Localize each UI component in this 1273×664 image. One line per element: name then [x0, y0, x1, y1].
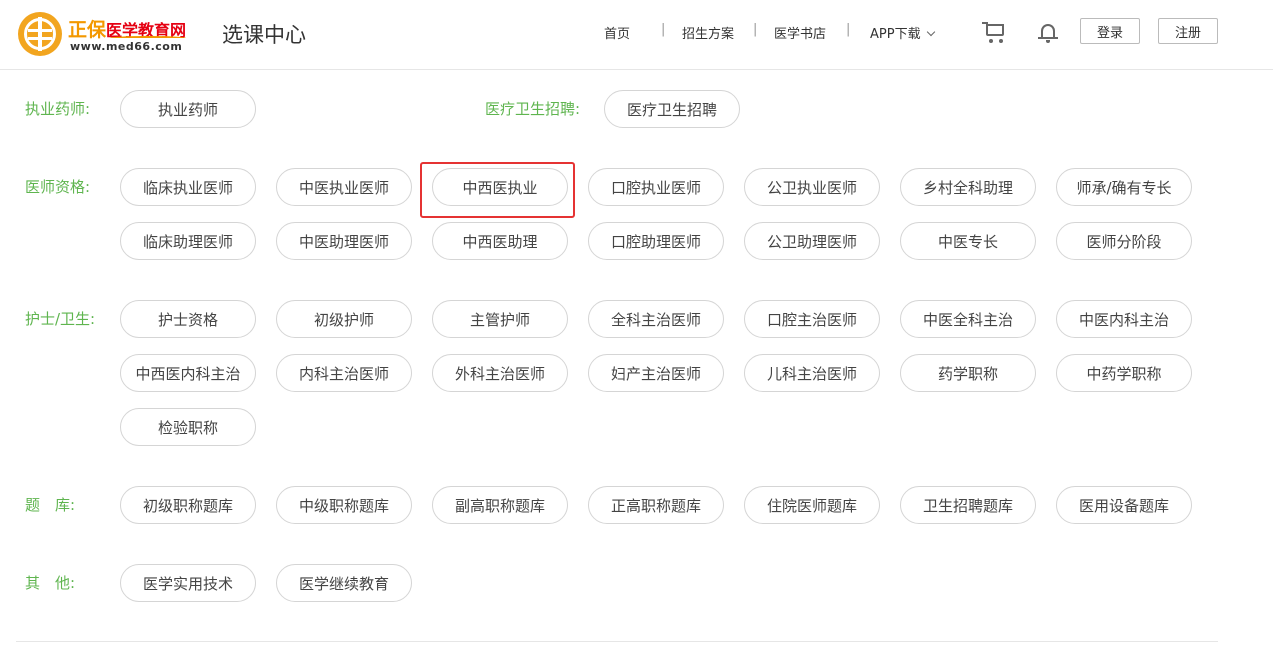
logo-url: www.med66.com	[70, 40, 183, 53]
course-chip[interactable]: 中医执业医师	[276, 168, 412, 206]
category-label-recruit: 医疗卫生招聘:	[485, 100, 581, 118]
selection-highlight	[420, 162, 575, 218]
category-label-other: 其 他:	[25, 574, 76, 592]
course-chip[interactable]: 卫生招聘题库	[900, 486, 1036, 524]
course-chip[interactable]: 临床执业医师	[120, 168, 256, 206]
category-label-pharmacist: 执业药师:	[25, 100, 91, 118]
course-chip[interactable]: 口腔执业医师	[588, 168, 724, 206]
course-chip[interactable]: 中医助理医师	[276, 222, 412, 260]
course-chip[interactable]: 医学实用技术	[120, 564, 256, 602]
course-chip[interactable]: 检验职称	[120, 408, 256, 446]
course-chip[interactable]: 中医内科主治	[1056, 300, 1192, 338]
nav-app-download-label: APP下载	[870, 27, 921, 42]
course-chip[interactable]: 医用设备题库	[1056, 486, 1192, 524]
course-chip[interactable]: 妇产主治医师	[588, 354, 724, 392]
category-label-nurse: 护士/卫生:	[25, 310, 96, 328]
course-chip[interactable]: 全科主治医师	[588, 300, 724, 338]
course-chip[interactable]: 中医全科主治	[900, 300, 1036, 338]
site-logo[interactable]: 正保医学教育网 www.med66.com	[18, 12, 193, 58]
course-chip[interactable]: 护士资格	[120, 300, 256, 338]
course-chip[interactable]: 主管护师	[432, 300, 568, 338]
course-chip[interactable]: 医学继续教育	[276, 564, 412, 602]
top-header: 正保医学教育网 www.med66.com 选课中心 首页 | 招生方案 | 医…	[0, 0, 1273, 70]
course-chip[interactable]: 住院医师题库	[744, 486, 880, 524]
course-chip[interactable]: 医疗卫生招聘	[604, 90, 740, 128]
login-button[interactable]: 登录	[1080, 18, 1140, 44]
logo-emblem-icon	[18, 12, 62, 56]
course-chip[interactable]: 医师分阶段	[1056, 222, 1192, 260]
nav-home[interactable]: 首页	[604, 23, 630, 42]
course-chip[interactable]: 乡村全科助理	[900, 168, 1036, 206]
course-chip[interactable]: 公卫执业医师	[744, 168, 880, 206]
course-chip[interactable]: 药学职称	[900, 354, 1036, 392]
category-label-doctor: 医师资格:	[25, 178, 91, 196]
category-label-question-bank: 题 库:	[25, 496, 76, 514]
course-chip[interactable]: 口腔助理医师	[588, 222, 724, 260]
page-title: 选课中心	[222, 23, 306, 47]
course-chip[interactable]: 正高职称题库	[588, 486, 724, 524]
course-chip[interactable]: 中西医助理	[432, 222, 568, 260]
course-chip[interactable]: 内科主治医师	[276, 354, 412, 392]
bottom-divider	[16, 641, 1218, 642]
course-chip[interactable]: 儿科主治医师	[744, 354, 880, 392]
course-chip[interactable]: 执业药师	[120, 90, 256, 128]
course-chip[interactable]: 中药学职称	[1056, 354, 1192, 392]
register-button[interactable]: 注册	[1158, 18, 1218, 44]
course-chip[interactable]: 副高职称题库	[432, 486, 568, 524]
nav-bookstore[interactable]: 医学书店	[774, 23, 826, 42]
course-chip[interactable]: 初级职称题库	[120, 486, 256, 524]
course-chip[interactable]: 临床助理医师	[120, 222, 256, 260]
nav-separator: |	[753, 22, 758, 37]
course-chip[interactable]: 中级职称题库	[276, 486, 412, 524]
bell-icon[interactable]	[1035, 20, 1061, 46]
nav-separator: |	[661, 22, 666, 37]
course-chip[interactable]: 外科主治医师	[432, 354, 568, 392]
nav-separator: |	[846, 22, 851, 37]
course-chip[interactable]: 中西医内科主治	[120, 354, 256, 392]
chevron-down-icon	[926, 27, 935, 37]
course-chip[interactable]: 初级护师	[276, 300, 412, 338]
course-chip[interactable]: 口腔主治医师	[744, 300, 880, 338]
course-chip[interactable]: 中医专长	[900, 222, 1036, 260]
course-chip[interactable]: 公卫助理医师	[744, 222, 880, 260]
cart-icon[interactable]	[982, 20, 1008, 46]
nav-enroll-plan[interactable]: 招生方案	[682, 23, 734, 42]
nav-app-download[interactable]: APP下载	[870, 23, 935, 42]
course-chip[interactable]: 师承/确有专长	[1056, 168, 1192, 206]
